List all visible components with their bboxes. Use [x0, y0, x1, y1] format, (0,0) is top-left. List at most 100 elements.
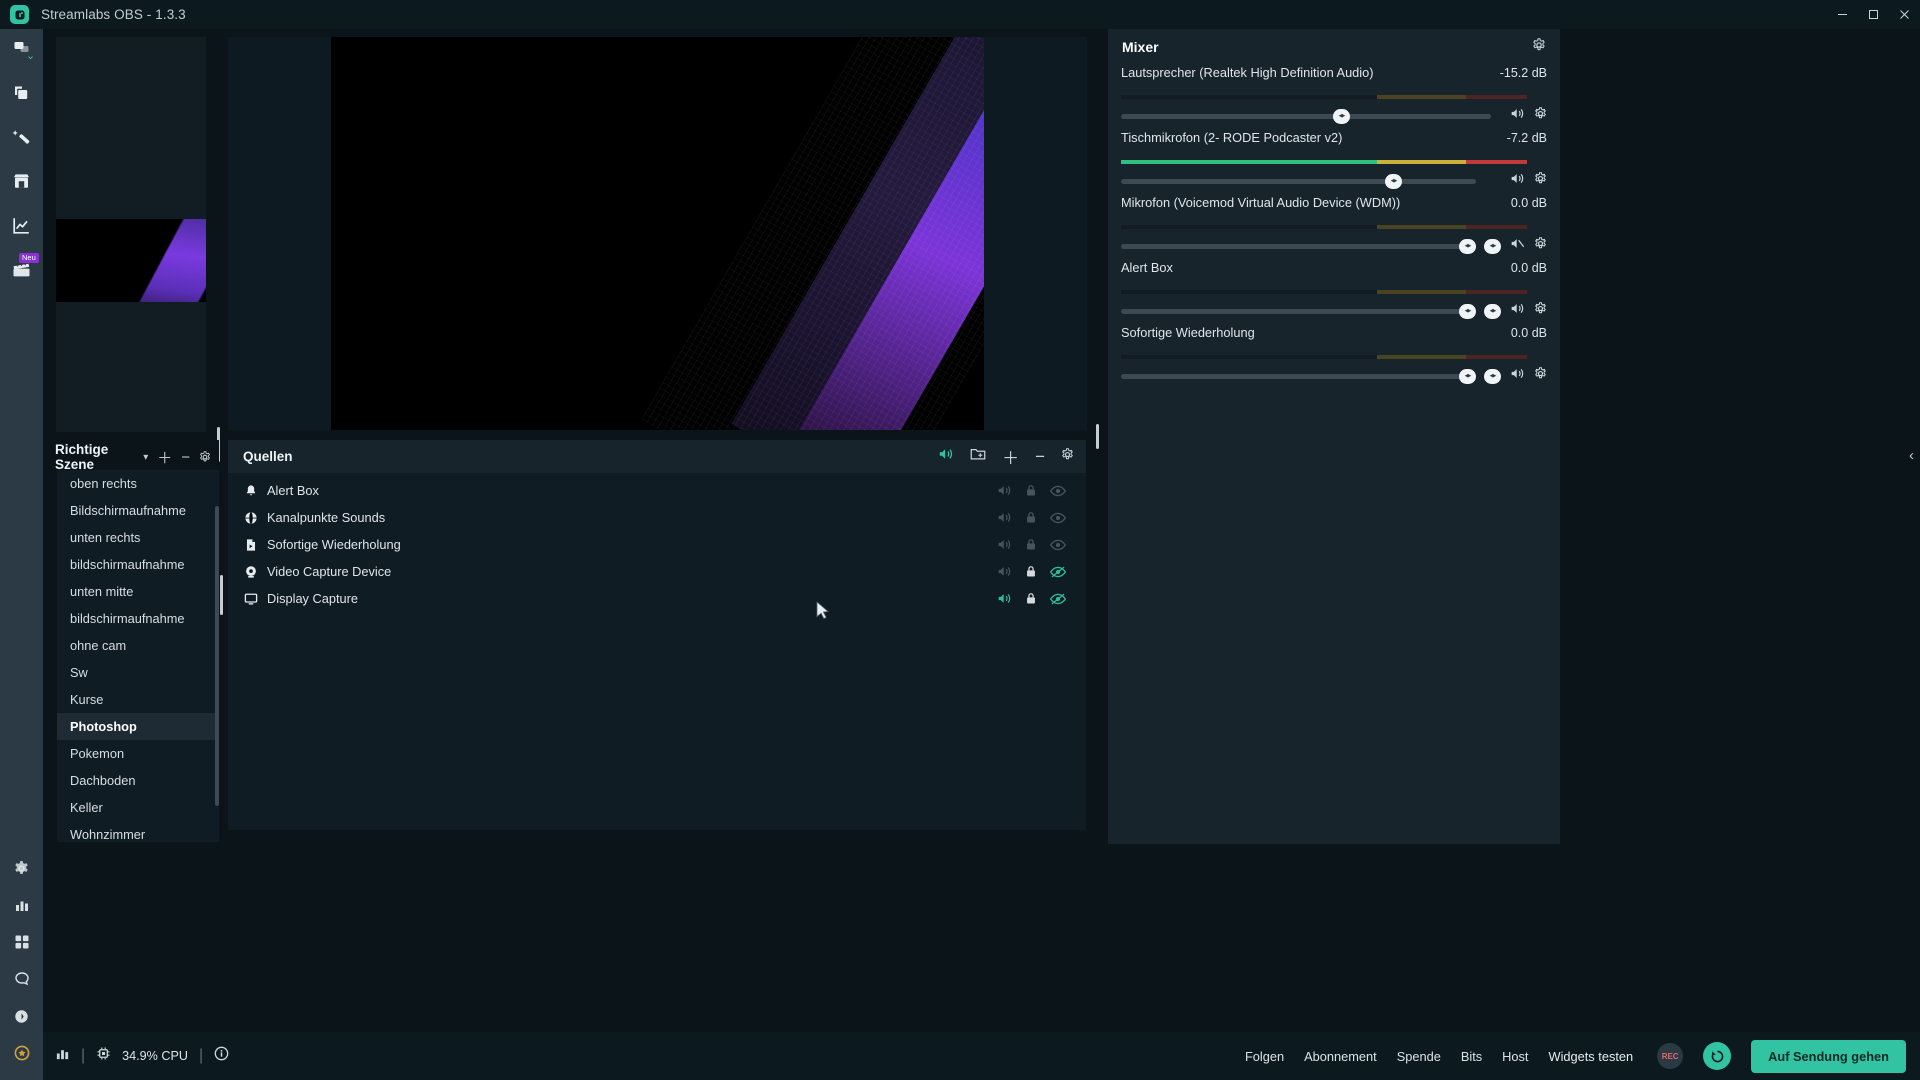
sidebar-item-settings[interactable]: [0, 852, 43, 889]
sidebar-item-store[interactable]: [0, 164, 43, 203]
source-list-item[interactable]: Sofortige Wiederholung: [228, 531, 1086, 558]
add-source-icon[interactable]: ＋: [1002, 444, 1019, 469]
replay-buffer-button[interactable]: [1703, 1042, 1732, 1070]
scene-list[interactable]: oben rechts Bildschirmaufnahme unten recht…: [57, 470, 219, 842]
mixer-channel-volume-slider[interactable]: [1121, 303, 1476, 319]
collapse-mixer-arrow-icon[interactable]: ‹: [1909, 447, 1914, 464]
source-visibility-eye-icon[interactable]: [1050, 593, 1066, 605]
preview-video-canvas[interactable]: [331, 37, 984, 430]
source-lock-icon[interactable]: [1025, 592, 1037, 605]
mixer-channel-speaker-icon[interactable]: [1510, 107, 1525, 125]
sidebar-item-prime[interactable]: [0, 1037, 43, 1074]
source-lock-icon[interactable]: [1025, 511, 1037, 524]
scene-list-item[interactable]: Wohnzimmer: [57, 821, 219, 842]
scene-list-item[interactable]: ohne cam: [57, 632, 219, 659]
mixer-channel-gear-icon[interactable]: [1534, 172, 1547, 190]
mixer-settings-gear-icon[interactable]: [1532, 37, 1546, 57]
mixer-channel-gear-icon[interactable]: [1534, 302, 1547, 320]
mixer-channel-volume-slider[interactable]: [1121, 108, 1491, 124]
source-visibility-eye-icon[interactable]: [1050, 566, 1066, 578]
status-link-abonnement[interactable]: Abonnement: [1304, 1049, 1377, 1064]
sidebar-item-alertbox[interactable]: [0, 120, 43, 159]
mixer-channel-speaker-icon[interactable]: [1510, 172, 1525, 190]
preview-stage[interactable]: [228, 37, 1087, 430]
volume-slider-knob[interactable]: [1459, 368, 1476, 384]
volume-slider-knob[interactable]: [1459, 238, 1476, 254]
info-circle-icon[interactable]: [214, 1046, 229, 1066]
scene-list-item[interactable]: oben rechts: [57, 470, 219, 497]
scene-list-item[interactable]: bildschirmaufnahme: [57, 605, 219, 632]
source-audio-icon[interactable]: [997, 484, 1012, 497]
audio-mixer-icon[interactable]: [938, 447, 954, 466]
volume-slider-knob[interactable]: [1385, 173, 1402, 189]
mixer-channel-volume-slider[interactable]: [1121, 368, 1476, 384]
minimize-button[interactable]: [1827, 0, 1858, 29]
source-lock-icon[interactable]: [1025, 565, 1037, 578]
mixer-channel-speaker-icon[interactable]: [1510, 302, 1525, 320]
mixer-channel-speaker-icon[interactable]: [1510, 237, 1525, 255]
scene-list-item[interactable]: Photoshop: [57, 713, 219, 740]
volume-slider-knob[interactable]: [1333, 108, 1350, 124]
source-lock-icon[interactable]: [1025, 538, 1037, 551]
preview-resize-handle-right[interactable]: [1096, 424, 1099, 449]
record-button[interactable]: REC: [1657, 1043, 1684, 1069]
sources-scroll-handle[interactable]: [220, 575, 223, 615]
source-visibility-eye-icon[interactable]: [1050, 512, 1066, 524]
scene-list-item[interactable]: unten mitte: [57, 578, 219, 605]
scene-settings-gear-icon[interactable]: [199, 451, 211, 463]
scene-dropdown-icon[interactable]: ▾: [143, 452, 148, 463]
scene-list-item[interactable]: Dachboden: [57, 767, 219, 794]
sidebar-item-apps[interactable]: [0, 926, 43, 963]
source-audio-icon[interactable]: [997, 511, 1012, 524]
scene-list-item[interactable]: Sw: [57, 659, 219, 686]
add-folder-icon[interactable]: [970, 447, 986, 466]
status-link-bits[interactable]: Bits: [1461, 1049, 1482, 1064]
add-scene-icon[interactable]: ＋: [157, 447, 172, 468]
mixer-channel-mute-toggle-icon[interactable]: ◀▶: [1484, 368, 1501, 384]
test-widgets-button[interactable]: Widgets testen: [1548, 1049, 1633, 1064]
mixer-channel-speaker-icon[interactable]: [1510, 367, 1525, 385]
volume-slider-knob[interactable]: [1459, 303, 1476, 319]
source-settings-gear-icon[interactable]: [1061, 447, 1074, 466]
chevron-down-icon[interactable]: ⌄: [26, 51, 35, 62]
mixer-channel-gear-icon[interactable]: [1534, 367, 1547, 385]
scene-list-item[interactable]: bildschirmaufnahme: [57, 551, 219, 578]
maximize-button[interactable]: [1858, 0, 1889, 29]
go-live-button[interactable]: Auf Sendung gehen: [1751, 1039, 1906, 1073]
close-button[interactable]: [1889, 0, 1920, 29]
sidebar-item-themes[interactable]: [0, 76, 43, 115]
mixer-channel-volume-slider[interactable]: [1121, 173, 1476, 189]
source-list[interactable]: Alert Box Kanalpunkte Sounds Sofortige Wie…: [228, 473, 1086, 612]
sidebar-item-stats[interactable]: [0, 889, 43, 926]
status-link-folgen[interactable]: Folgen: [1245, 1049, 1284, 1064]
source-visibility-eye-icon[interactable]: [1050, 539, 1066, 551]
scene-list-item[interactable]: Pokemon: [57, 740, 219, 767]
sidebar-item-dashboard[interactable]: [0, 208, 43, 247]
mixer-channel-gear-icon[interactable]: [1534, 237, 1547, 255]
source-audio-icon[interactable]: [997, 565, 1012, 578]
remove-scene-icon[interactable]: −: [181, 449, 190, 466]
sidebar-item-chat[interactable]: [0, 963, 43, 1000]
scene-list-item[interactable]: Keller: [57, 794, 219, 821]
sidebar-item-highlighter[interactable]: Neu: [0, 253, 43, 292]
source-list-item[interactable]: Alert Box: [228, 477, 1086, 504]
sidebar-item-editor[interactable]: ⌄: [0, 29, 43, 68]
sidebar-item-moon[interactable]: [0, 1000, 43, 1037]
source-audio-icon[interactable]: [997, 592, 1012, 605]
mixer-channel-mute-toggle-icon[interactable]: ◀▶: [1484, 303, 1501, 319]
scene-list-item[interactable]: Kurse: [57, 686, 219, 713]
mixer-channel-volume-slider[interactable]: [1121, 238, 1476, 254]
source-list-item[interactable]: Video Capture Device: [228, 558, 1086, 585]
source-list-item[interactable]: Kanalpunkte Sounds: [228, 504, 1086, 531]
mixer-channel-mute-toggle-icon[interactable]: ◀▶: [1484, 238, 1501, 254]
scene-list-item[interactable]: Bildschirmaufnahme: [57, 497, 219, 524]
status-link-spende[interactable]: Spende: [1397, 1049, 1441, 1064]
scene-list-item[interactable]: unten rechts: [57, 524, 219, 551]
remove-source-icon[interactable]: −: [1035, 447, 1045, 467]
source-list-item[interactable]: Display Capture: [228, 585, 1086, 612]
scene-list-scrollbar[interactable]: [215, 506, 219, 806]
mixer-channel-gear-icon[interactable]: [1534, 107, 1547, 125]
source-visibility-eye-icon[interactable]: [1050, 485, 1066, 497]
source-audio-icon[interactable]: [997, 538, 1012, 551]
source-lock-icon[interactable]: [1025, 484, 1037, 497]
